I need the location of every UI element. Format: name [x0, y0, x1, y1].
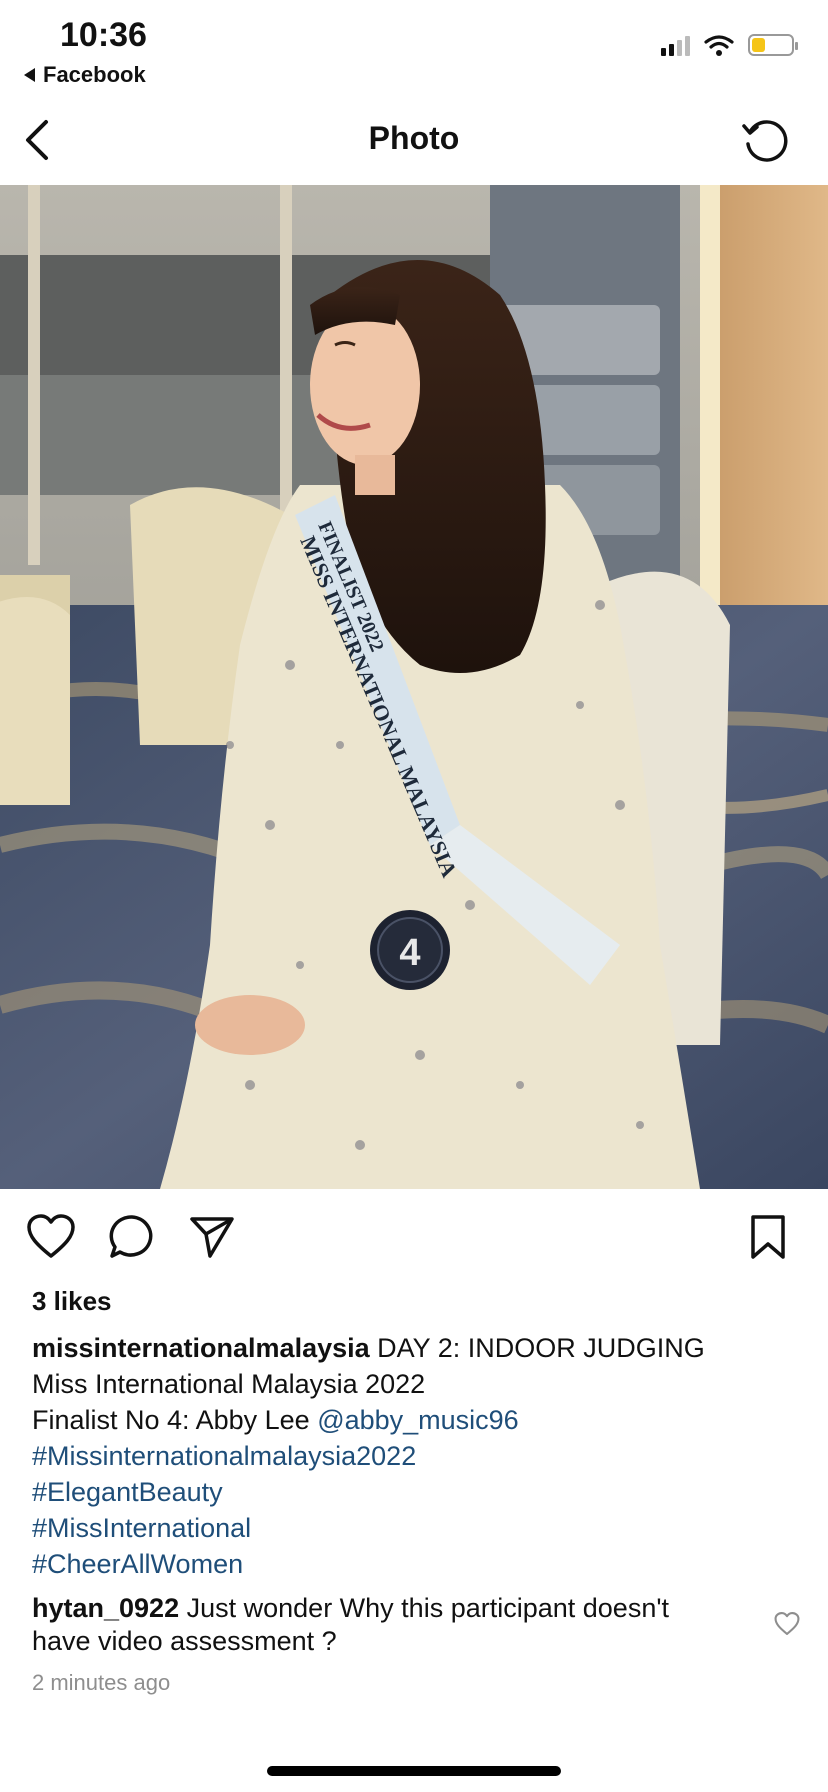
cellular-signal-icon: [661, 34, 690, 56]
bookmark-icon: [751, 1215, 785, 1259]
back-to-facebook-link[interactable]: Facebook: [24, 62, 146, 88]
photo-illustration: FINALIST 2022 MISS INTERNATIONAL MALAYSI…: [0, 185, 828, 1189]
mention-link[interactable]: @abby_music96: [317, 1405, 519, 1435]
comment-icon: [109, 1215, 153, 1258]
hashtag-link[interactable]: #Missinternationalmalaysia2022: [32, 1438, 792, 1474]
caption-finalist-text: Finalist No 4: Abby Lee: [32, 1405, 310, 1435]
badge-number: 4: [399, 932, 420, 974]
send-icon: [190, 1217, 234, 1258]
comment-item: hytan_0922 Just wonder Why this particip…: [32, 1592, 732, 1658]
status-time: 10:36: [60, 16, 147, 54]
heart-icon: [27, 1214, 75, 1258]
caption-line1: missinternationalmalaysia DAY 2: INDOOR …: [32, 1330, 792, 1366]
comment-button[interactable]: [108, 1214, 156, 1260]
refresh-button[interactable]: [740, 116, 788, 169]
battery-level-fill: [752, 38, 766, 52]
back-triangle-icon: [24, 68, 35, 82]
like-button[interactable]: [26, 1214, 76, 1260]
caption-line2: Miss International Malaysia 2022: [32, 1369, 426, 1399]
hashtag-link[interactable]: #ElegantBeauty: [32, 1474, 792, 1510]
status-icons: [661, 34, 798, 56]
battery-icon: [748, 34, 798, 56]
comment-like-button[interactable]: [774, 1612, 800, 1641]
home-indicator[interactable]: [267, 1766, 561, 1776]
comment-username[interactable]: hytan_0922: [32, 1593, 179, 1623]
save-button[interactable]: [748, 1214, 788, 1260]
post-username[interactable]: missinternationalmalaysia: [32, 1333, 370, 1363]
page-title: Photo: [368, 120, 460, 156]
share-button[interactable]: [188, 1214, 236, 1260]
comment-timestamp: 2 minutes ago: [32, 1670, 171, 1695]
hashtag-link[interactable]: #MissInternational: [32, 1510, 792, 1546]
heart-icon: [774, 1612, 800, 1635]
caption-line3: Finalist No 4: Abby Lee @abby_music96: [32, 1402, 792, 1438]
refresh-icon: [742, 120, 788, 162]
caption-text-line1: DAY 2: INDOOR JUDGING: [377, 1333, 705, 1363]
hashtag-link[interactable]: #CheerAllWomen: [32, 1546, 792, 1582]
wifi-icon: [704, 35, 734, 56]
post-caption: missinternationalmalaysia DAY 2: INDOOR …: [32, 1330, 792, 1582]
post-photo[interactable]: FINALIST 2022 MISS INTERNATIONAL MALAYSI…: [0, 185, 828, 1189]
likes-count[interactable]: 3 likes: [32, 1286, 112, 1317]
back-app-label: Facebook: [43, 62, 146, 87]
